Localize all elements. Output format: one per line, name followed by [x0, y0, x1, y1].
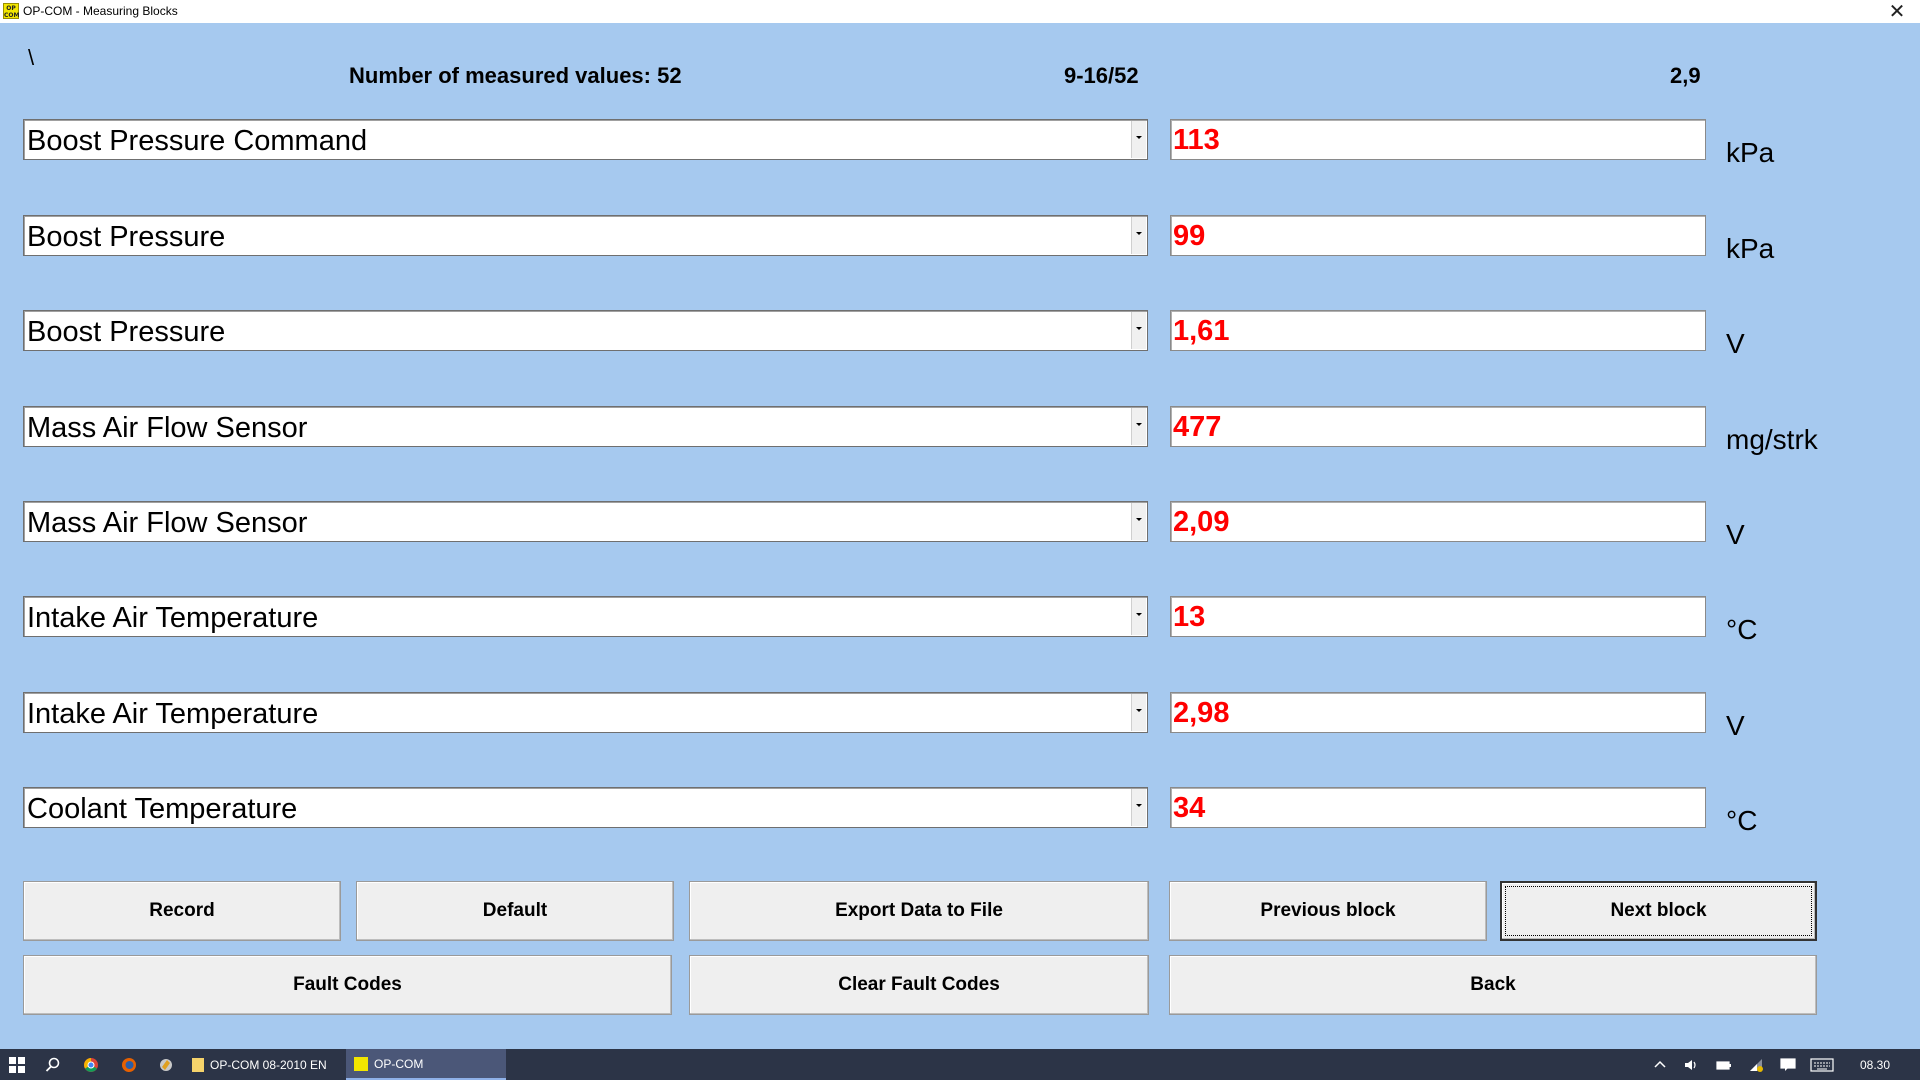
- parameter-select[interactable]: Coolant Temperature: [23, 787, 1148, 828]
- folder-icon: [192, 1057, 204, 1072]
- parameter-value-field: 477: [1170, 406, 1706, 447]
- block-range: 9-16/52: [1064, 63, 1139, 88]
- default-button[interactable]: Default: [356, 881, 674, 941]
- parameter-value: 13: [1173, 601, 1206, 633]
- parameter-name: Boost Pressure: [27, 221, 226, 253]
- parameter-value-field: 99: [1170, 215, 1706, 256]
- taskbar-item-label: OP-COM: [374, 1056, 424, 1071]
- parameter-value: 113: [1173, 124, 1220, 156]
- app-shortcut-icon[interactable]: [157, 1056, 175, 1074]
- version-label: 2,9: [1670, 63, 1701, 88]
- parameter-value-field: 2,98: [1170, 692, 1706, 733]
- chevron-down-icon[interactable]: [1131, 408, 1146, 445]
- measurement-row: Intake Air Temperature 2,98 V: [0, 692, 1920, 741]
- parameter-name: Coolant Temperature: [27, 793, 298, 825]
- firefox-icon[interactable]: [120, 1056, 138, 1074]
- chevron-up-icon[interactable]: [1652, 1057, 1668, 1073]
- chrome-icon[interactable]: [82, 1056, 100, 1074]
- parameter-unit: kPa: [1726, 137, 1775, 168]
- parameter-select[interactable]: Intake Air Temperature: [23, 596, 1148, 637]
- parameter-value-field: 1,61: [1170, 310, 1706, 351]
- parameter-unit: kPa: [1726, 233, 1775, 264]
- parameter-unit: V: [1726, 519, 1745, 550]
- chevron-down-icon[interactable]: [1131, 503, 1146, 540]
- taskbar-item-opcom[interactable]: OP-COM: [346, 1049, 506, 1080]
- parameter-value-field: 34: [1170, 787, 1706, 828]
- measurement-row: Boost Pressure Command 113 kPa: [0, 119, 1920, 168]
- measurement-row: Intake Air Temperature 13 °C: [0, 596, 1920, 645]
- parameter-unit: °C: [1726, 614, 1758, 645]
- parameter-select[interactable]: Boost Pressure: [23, 310, 1148, 351]
- measuring-blocks-panel: \ Number of measured values: 52 9-16/52 …: [0, 23, 1920, 1049]
- parameter-select[interactable]: Boost Pressure Command: [23, 119, 1148, 160]
- chevron-down-icon[interactable]: [1131, 121, 1146, 158]
- parameter-value: 99: [1173, 220, 1206, 252]
- chevron-down-icon[interactable]: [1131, 217, 1146, 254]
- windows-start-icon[interactable]: [8, 1056, 26, 1074]
- parameter-name: Mass Air Flow Sensor: [27, 412, 308, 444]
- measurement-row: Coolant Temperature 34 °C: [0, 787, 1920, 836]
- measurement-row: Boost Pressure 1,61 V: [0, 310, 1920, 359]
- notification-icon[interactable]: [1780, 1057, 1796, 1073]
- close-button[interactable]: ✕: [1874, 0, 1920, 23]
- network-icon[interactable]: [1748, 1057, 1764, 1073]
- parameter-name: Boost Pressure Command: [27, 125, 368, 157]
- parameter-unit: V: [1726, 328, 1745, 359]
- path-indicator: \: [28, 45, 35, 70]
- parameter-value-field: 13: [1170, 596, 1706, 637]
- taskbar-item-label: OP-COM 08-2010 EN: [210, 1057, 327, 1072]
- parameter-unit: V: [1726, 710, 1745, 741]
- clear-fault-codes-button[interactable]: Clear Fault Codes: [689, 955, 1149, 1015]
- parameter-value: 477: [1173, 411, 1222, 443]
- back-button[interactable]: Back: [1169, 955, 1817, 1015]
- parameter-name: Intake Air Temperature: [27, 602, 319, 634]
- parameter-select[interactable]: Intake Air Temperature: [23, 692, 1148, 733]
- parameter-unit: °C: [1726, 805, 1758, 836]
- parameter-name: Intake Air Temperature: [27, 698, 319, 730]
- parameter-value: 2,98: [1173, 697, 1230, 729]
- parameter-value: 1,61: [1173, 315, 1230, 347]
- parameter-unit: mg/strk: [1726, 424, 1818, 455]
- parameter-value: 34: [1173, 792, 1206, 824]
- window-title: OP-COM - Measuring Blocks: [23, 4, 178, 18]
- measured-values-count: Number of measured values: 52: [349, 63, 682, 88]
- app-icon: OP COM: [3, 3, 20, 19]
- next-block-button[interactable]: Next block: [1500, 881, 1817, 941]
- fault-codes-button[interactable]: Fault Codes: [23, 955, 672, 1015]
- measurement-row: Mass Air Flow Sensor 2,09 V: [0, 501, 1920, 550]
- title-bar: OP COM OP-COM - Measuring Blocks ✕: [0, 0, 1920, 23]
- chevron-down-icon[interactable]: [1131, 312, 1146, 349]
- parameter-select[interactable]: Mass Air Flow Sensor: [23, 406, 1148, 447]
- opcom-icon: [354, 1056, 368, 1071]
- keyboard-icon[interactable]: [1810, 1057, 1834, 1073]
- parameter-select[interactable]: Boost Pressure: [23, 215, 1148, 256]
- record-button[interactable]: Record: [23, 881, 341, 941]
- measurement-row: Boost Pressure 99 kPa: [0, 215, 1920, 264]
- battery-icon[interactable]: [1716, 1057, 1732, 1073]
- parameter-name: Boost Pressure: [27, 316, 226, 348]
- parameter-value-field: 113: [1170, 119, 1706, 160]
- taskbar-item-opcom-folder[interactable]: OP-COM 08-2010 EN: [192, 1049, 342, 1080]
- chevron-down-icon[interactable]: [1131, 598, 1146, 635]
- speaker-icon[interactable]: [1683, 1057, 1699, 1073]
- clock[interactable]: 08.30: [1860, 1049, 1890, 1080]
- parameter-select[interactable]: Mass Air Flow Sensor: [23, 501, 1148, 542]
- previous-block-button[interactable]: Previous block: [1169, 881, 1487, 941]
- taskbar: OP-COM 08-2010 EN OP-COM 08.30: [0, 1049, 1920, 1080]
- measurement-row: Mass Air Flow Sensor 477 mg/strk: [0, 406, 1920, 455]
- parameter-value: 2,09: [1173, 506, 1230, 538]
- chevron-down-icon[interactable]: [1131, 789, 1146, 826]
- parameter-value-field: 2,09: [1170, 501, 1706, 542]
- search-icon[interactable]: [44, 1056, 62, 1074]
- export-data-button[interactable]: Export Data to File: [689, 881, 1149, 941]
- parameter-name: Mass Air Flow Sensor: [27, 507, 308, 539]
- chevron-down-icon[interactable]: [1131, 694, 1146, 731]
